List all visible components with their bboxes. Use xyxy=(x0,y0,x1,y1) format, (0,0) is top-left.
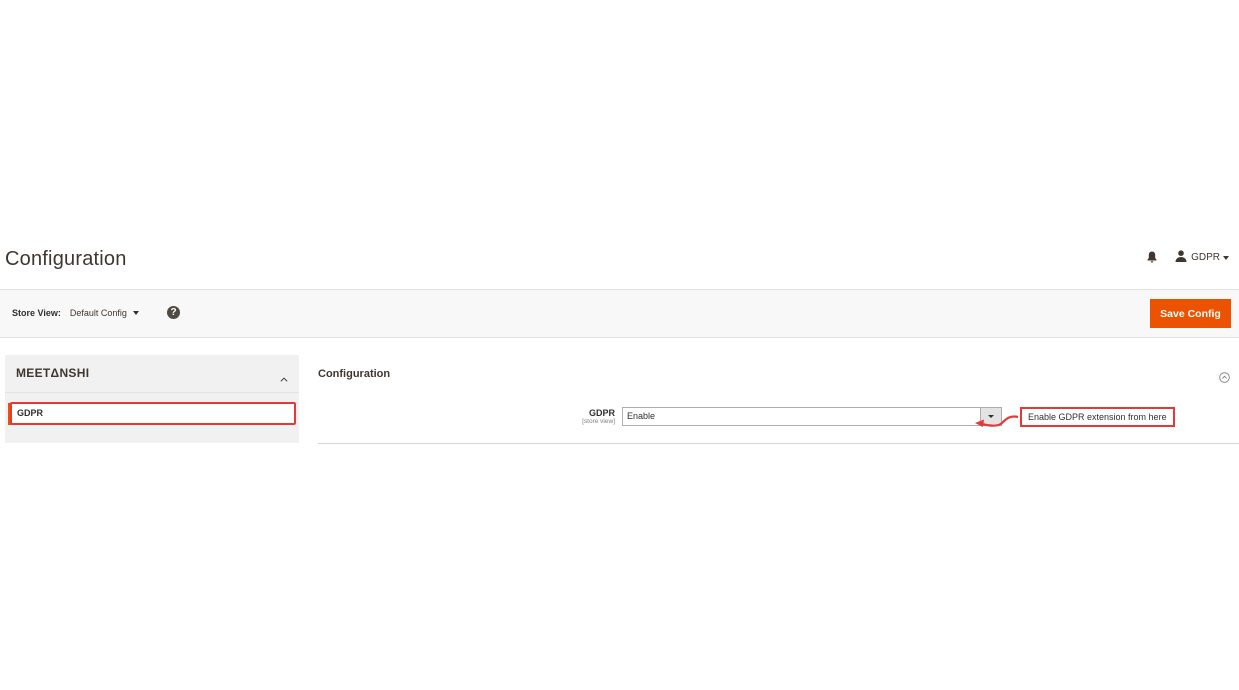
arrow-annotation-icon xyxy=(972,413,1020,434)
collapse-icon[interactable] xyxy=(1219,370,1230,388)
select-value: Enable xyxy=(627,411,656,421)
field-label-name: GDPR xyxy=(588,408,615,418)
chevron-down-icon xyxy=(1223,255,1229,260)
config-sidebar: MEETΔNSHI GDPR xyxy=(5,355,299,443)
page-actions-toolbar: Store View: Default Config ? Save Config xyxy=(0,289,1239,338)
store-view-switcher: Store View: Default Config xyxy=(12,308,139,318)
field-scope-label: [store view] xyxy=(582,418,615,425)
field-row-gdpr: GDPR [store view] Enable Enable GDPR ext… xyxy=(318,403,1239,444)
user-icon xyxy=(1175,250,1191,265)
sidebar-group-body: GDPR xyxy=(5,393,299,443)
save-config-button[interactable]: Save Config xyxy=(1150,299,1231,328)
sidebar-group-header[interactable]: MEETΔNSHI xyxy=(5,355,299,393)
chevron-down-icon xyxy=(132,311,139,315)
sidebar-group-title: MEETΔNSHI xyxy=(16,366,90,380)
user-menu[interactable]: GDPR xyxy=(1175,250,1229,265)
question-icon[interactable]: ? xyxy=(167,306,180,319)
chevron-up-icon xyxy=(280,369,288,387)
user-name: GDPR xyxy=(1191,252,1220,263)
store-view-label: Store View: xyxy=(12,308,61,318)
section-title: Configuration xyxy=(318,368,391,380)
page-title: Configuration xyxy=(5,248,127,270)
bell-icon[interactable] xyxy=(1147,251,1161,265)
gdpr-enable-select[interactable]: Enable xyxy=(622,407,1002,426)
field-label: GDPR [store view] xyxy=(582,408,615,425)
sidebar-item-label: GDPR xyxy=(17,408,44,418)
annotation-callout: Enable GDPR extension from here xyxy=(1020,407,1175,427)
store-view-dropdown[interactable]: Default Config xyxy=(70,308,139,318)
store-view-value: Default Config xyxy=(69,308,127,318)
sidebar-item-gdpr[interactable]: GDPR xyxy=(8,403,296,425)
header-actions: GDPR xyxy=(1147,250,1229,265)
